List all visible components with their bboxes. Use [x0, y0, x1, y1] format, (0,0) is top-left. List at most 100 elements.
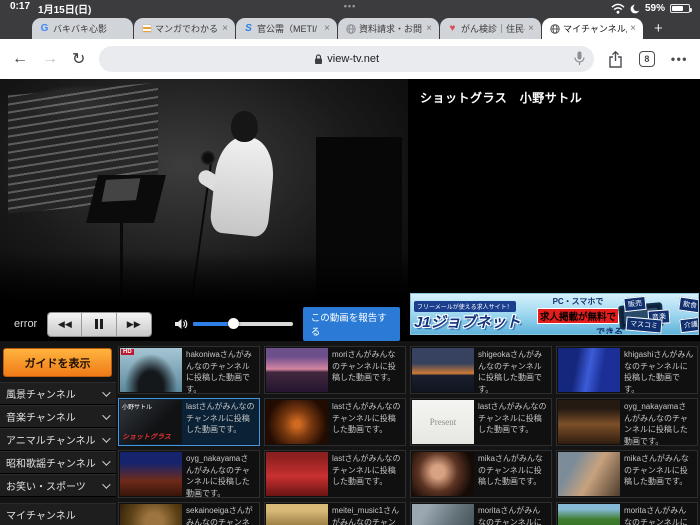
video-card-caption: moriさんがみんなのチャンネルに投稿した動画です。: [329, 347, 405, 393]
tab-close-icon[interactable]: ×: [222, 23, 228, 34]
back-icon[interactable]: ←: [12, 50, 28, 68]
video-thumbnail[interactable]: 小野サトルショットグラス: [120, 400, 182, 444]
video-thumbnail[interactable]: [266, 452, 328, 496]
report-video-button[interactable]: この動画を報告する: [303, 307, 400, 341]
tab-1[interactable]: G バキバキ心影: [32, 18, 133, 39]
tab-close-icon[interactable]: ×: [426, 23, 432, 34]
volume-slider-thumb[interactable]: [228, 318, 239, 329]
tab-close-icon[interactable]: ×: [528, 23, 534, 34]
sidebar-channel-昭和歌謡チャンネル[interactable]: 昭和歌謡チャンネル: [0, 451, 116, 474]
video-thumbnail[interactable]: [120, 452, 182, 496]
video-card-caption: moritaさんがみんなのチャンネルに投稿した動画です。: [475, 503, 551, 525]
channel-list: 風景チャンネル音楽チャンネルアニマルチャンネル昭和歌謡チャンネルお笑い・スポーツ…: [0, 382, 116, 525]
tab-5[interactable]: ♥ がん検診｜住民の ×: [440, 18, 541, 39]
video-card-last[interactable]: 小野サトルショットグラスlastさんがみんなのチャンネルに投稿した動画です。: [118, 398, 260, 446]
tab-close-icon[interactable]: ×: [324, 23, 330, 34]
globe-favicon-icon: [549, 23, 560, 34]
tab-2[interactable]: マンガでわかる ×: [134, 18, 235, 39]
browser-toolbar: ← → ↻ view-tv.net 8 •••: [0, 39, 700, 79]
sidebar-channel-音楽チャンネル[interactable]: 音楽チャンネル: [0, 405, 116, 428]
tab-4[interactable]: 資料請求・お問い ×: [338, 18, 439, 39]
video-card-oyg_nakayama[interactable]: oyg_nakayamaさんがみんなのチャンネルに投稿した動画です。: [118, 450, 260, 498]
video-card-last[interactable]: lastさんがみんなのチャンネルに投稿した動画です。: [264, 398, 406, 446]
video-card-mika[interactable]: mikaさんがみんなのチャンネルに投稿した動画です。: [410, 450, 552, 498]
chevron-down-icon: [102, 411, 110, 419]
error-label: error: [14, 318, 37, 330]
playback-button-group: ◀◀ ▶▶: [47, 312, 152, 337]
chevron-down-icon: [102, 388, 110, 396]
video-card-caption: lastさんがみんなのチャンネルに投稿した動画です。: [329, 399, 405, 445]
video-card-caption: lastさんがみんなのチャンネルに投稿した動画です。: [183, 399, 259, 445]
share-icon[interactable]: [608, 51, 623, 68]
video-thumbnail[interactable]: [558, 452, 620, 496]
ad-banner[interactable]: フリーメールが使える求人サイト！ J1ジョブネット PC・スマホで 求人掲載が無…: [410, 293, 699, 335]
video-thumbnail[interactable]: [558, 400, 620, 444]
video-player[interactable]: error ◀◀ ▶▶ この動画: [0, 79, 408, 341]
thumbnail-label: Present: [412, 400, 474, 444]
tab-title: 資料請求・お問い: [359, 22, 423, 35]
speaker-icon[interactable]: [174, 318, 188, 330]
ad-brand: J1ジョブネット: [414, 314, 521, 332]
pause-button[interactable]: [82, 313, 116, 336]
multitask-indicator-icon[interactable]: •••: [344, 1, 356, 11]
lock-icon: [314, 54, 323, 65]
video-card-last[interactable]: Presentlastさんがみんなのチャンネルに投稿した動画です。: [410, 398, 552, 446]
video-card-mika[interactable]: mikaさんがみんなのチャンネルに投稿した動画です。: [556, 450, 698, 498]
url-bar[interactable]: view-tv.net: [99, 46, 593, 72]
video-card-hakoniwa[interactable]: HDhakoniwaさんがみんなのチャンネルに投稿した動画です。: [118, 346, 260, 394]
video-card-morita[interactable]: moritaさんがみんなのチャンネルに投稿した動画です。: [410, 502, 552, 525]
video-frame[interactable]: [0, 79, 408, 307]
fast-forward-button[interactable]: ▶▶: [117, 313, 151, 336]
video-thumbnail[interactable]: [120, 504, 182, 525]
video-thumbnail[interactable]: [412, 504, 474, 525]
volume-control: [174, 318, 293, 330]
date: 1月15日(日): [38, 1, 91, 16]
volume-slider[interactable]: [193, 322, 293, 326]
url-text: view-tv.net: [327, 53, 379, 65]
video-card-khigashi[interactable]: khigashiさんがみんなのチャンネルに投稿した動画です。: [556, 346, 698, 394]
overflow-menu-icon[interactable]: •••: [671, 52, 688, 66]
video-card-caption: khigashiさんがみんなのチャンネルに投稿した動画です。: [621, 347, 697, 393]
video-card-sekainoeiga[interactable]: sekainoeigaさんがみんなのチャンネルに投稿した動画です。: [118, 502, 260, 525]
video-thumbnail[interactable]: [266, 400, 328, 444]
clock: 0:17: [10, 1, 30, 16]
video-card-caption: sekainoeigaさんがみんなのチャンネルに投稿した動画です。: [183, 503, 259, 525]
video-card-last[interactable]: lastさんがみんなのチャンネルに投稿した動画です。: [264, 450, 406, 498]
chevron-down-icon: [102, 457, 110, 465]
tab-6-active[interactable]: マイチャンネル用 ×: [542, 18, 643, 39]
video-card-shigeoka[interactable]: shigeokaさんがみんなのチャンネルに投稿した動画です。: [410, 346, 552, 394]
chevron-down-icon: [102, 434, 110, 442]
tab-title: バキバキ心影: [53, 22, 126, 35]
video-thumbnail[interactable]: [412, 452, 474, 496]
sidebar-channel-お笑い・スポーツ[interactable]: お笑い・スポーツ: [0, 474, 116, 497]
channel-label: 風景チャンネル: [6, 386, 76, 401]
video-thumbnail[interactable]: [266, 504, 328, 525]
video-card-oyg_nakayama[interactable]: oyg_nakayamaさんがみんなのチャンネルに投稿した動画です。: [556, 398, 698, 446]
sidebar-channel-風景チャンネル[interactable]: 風景チャンネル: [0, 382, 116, 405]
video-thumbnail[interactable]: [266, 348, 328, 392]
video-card-caption: lastさんがみんなのチャンネルに投稿した動画です。: [475, 399, 551, 445]
video-thumbnail[interactable]: [412, 348, 474, 392]
video-thumbnail[interactable]: [558, 348, 620, 392]
show-guide-button[interactable]: ガイドを表示: [3, 348, 112, 377]
channel-label: マイチャンネル: [6, 507, 76, 522]
video-card-mori[interactable]: moriさんがみんなのチャンネルに投稿した動画です。: [264, 346, 406, 394]
forward-icon[interactable]: →: [42, 50, 58, 68]
rewind-button[interactable]: ◀◀: [48, 313, 82, 336]
status-bar: 0:17 1月15日(日) ••• 59%: [0, 0, 700, 17]
new-tab-button[interactable]: +: [654, 19, 663, 39]
tab-3[interactable]: S 官公需（METI/ ×: [236, 18, 337, 39]
reload-icon[interactable]: ↻: [72, 49, 85, 69]
striped-favicon-icon: [141, 23, 152, 34]
tab-title: マンガでわかる: [155, 22, 219, 35]
video-card-meitei_music1[interactable]: meitei_music1さんがみんなのチャンネルに投稿した動画です。: [264, 502, 406, 525]
video-thumbnail[interactable]: Present: [412, 400, 474, 444]
video-thumbnail[interactable]: [558, 504, 620, 525]
tab-close-icon[interactable]: ×: [630, 23, 636, 34]
sidebar-channel-アニマルチャンネル[interactable]: アニマルチャンネル: [0, 428, 116, 451]
tab-switcher-button[interactable]: 8: [639, 51, 655, 67]
video-card-morita[interactable]: moritaさんがみんなのチャンネルに投稿した動画です。: [556, 502, 698, 525]
mic-icon[interactable]: [574, 51, 585, 71]
sidebar-channel-マイチャンネル[interactable]: マイチャンネル: [0, 503, 116, 525]
video-thumbnail[interactable]: HD: [120, 348, 182, 392]
